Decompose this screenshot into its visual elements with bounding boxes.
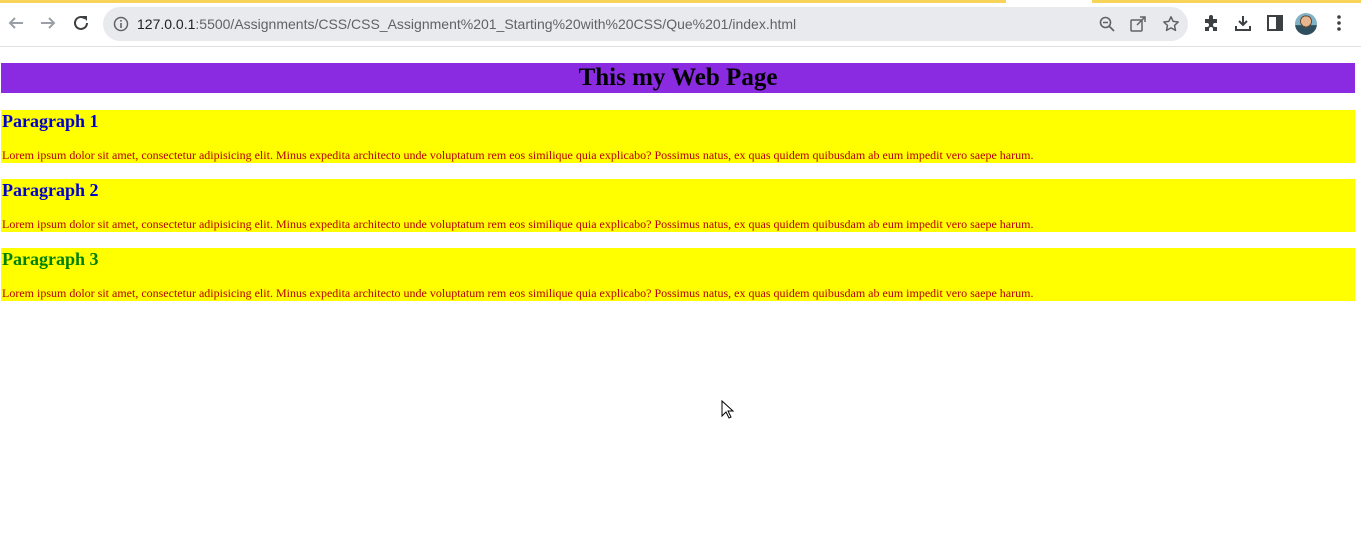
back-arrow-icon[interactable] <box>4 11 28 35</box>
paragraph-section-2: Paragraph 2 Lorem ipsum dolor sit amet, … <box>1 179 1355 232</box>
bookmark-star-icon[interactable] <box>1162 15 1180 33</box>
mouse-cursor-icon <box>721 400 735 419</box>
more-menu-icon[interactable] <box>1330 14 1348 32</box>
page-title-bar: This my Web Page <box>1 63 1355 93</box>
paragraph-heading-3: Paragraph 3 <box>2 249 99 269</box>
forward-arrow-icon[interactable] <box>36 11 60 35</box>
paragraph-section-1: Paragraph 1 Lorem ipsum dolor sit amet, … <box>1 110 1355 163</box>
paragraph-text-3: Lorem ipsum dolor sit amet, consectetur … <box>2 286 1034 300</box>
page-title: This my Web Page <box>578 64 778 91</box>
url-path: :5500/Assignments/CSS/CSS_Assignment%201… <box>195 16 797 32</box>
reload-icon[interactable] <box>69 11 93 35</box>
share-icon[interactable] <box>1129 15 1147 33</box>
paragraph-heading-1: Paragraph 1 <box>2 111 99 131</box>
url-text[interactable]: 127.0.0.1:5500/Assignments/CSS/CSS_Assig… <box>137 7 796 41</box>
info-icon[interactable] <box>113 16 129 32</box>
browser-toolbar: 127.0.0.1:5500/Assignments/CSS/CSS_Assig… <box>0 0 1361 47</box>
paragraph-text-2: Lorem ipsum dolor sit amet, consectetur … <box>2 217 1034 231</box>
zoom-icon[interactable] <box>1098 15 1116 33</box>
url-host: 127.0.0.1 <box>137 16 196 32</box>
address-bar[interactable]: 127.0.0.1:5500/Assignments/CSS/CSS_Assig… <box>103 7 1188 41</box>
extensions-icon[interactable] <box>1202 14 1220 32</box>
side-panel-icon[interactable] <box>1266 14 1284 32</box>
paragraph-text-1: Lorem ipsum dolor sit amet, consectetur … <box>2 148 1034 162</box>
download-icon[interactable] <box>1234 14 1252 32</box>
paragraph-heading-2: Paragraph 2 <box>2 180 99 200</box>
avatar[interactable] <box>1295 13 1317 35</box>
paragraph-section-3: Paragraph 3 Lorem ipsum dolor sit amet, … <box>1 248 1355 301</box>
